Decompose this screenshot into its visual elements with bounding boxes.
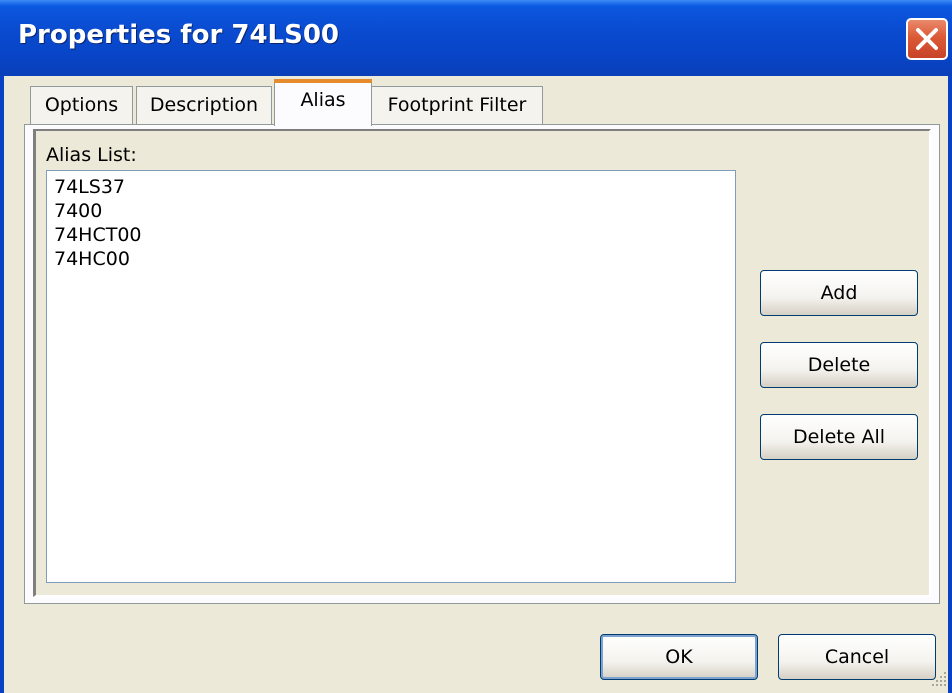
delete-all-button-label: Delete All: [792, 426, 886, 448]
ok-button-label: OK: [665, 646, 693, 668]
tab-options-label: Options: [44, 94, 119, 116]
list-item[interactable]: 74LS37: [54, 175, 125, 199]
add-button[interactable]: Add: [760, 270, 918, 316]
window-frame-right: [948, 76, 952, 693]
tab-description-label: Description: [149, 94, 259, 116]
close-button[interactable]: [906, 18, 948, 60]
alias-list-label: Alias List:: [46, 144, 137, 166]
list-item[interactable]: 74HCT00: [54, 223, 142, 247]
tab-footprint-filter-label: Footprint Filter: [387, 94, 527, 116]
window-title: Properties for 74LS00: [18, 20, 340, 50]
tab-options[interactable]: Options: [30, 86, 133, 125]
add-button-label: Add: [820, 282, 858, 304]
list-item[interactable]: 74HC00: [54, 247, 130, 271]
tab-description[interactable]: Description: [136, 86, 272, 125]
resize-grip-icon[interactable]: [930, 670, 948, 688]
delete-button-label: Delete: [807, 354, 871, 376]
alias-listbox[interactable]: 74LS37 7400 74HCT00 74HC00: [46, 170, 736, 583]
delete-button[interactable]: Delete: [760, 342, 918, 388]
ok-button[interactable]: OK: [600, 634, 758, 680]
close-x-icon: [916, 28, 938, 50]
tab-footprint-filter[interactable]: Footprint Filter: [371, 86, 543, 125]
cancel-button-label: Cancel: [824, 646, 890, 668]
window-frame-left: [0, 76, 4, 693]
properties-dialog: Properties for 74LS00 Options Descriptio…: [0, 0, 952, 693]
tab-alias-label: Alias: [300, 89, 346, 111]
delete-all-button[interactable]: Delete All: [760, 414, 918, 460]
title-bar[interactable]: Properties for 74LS00: [0, 0, 952, 76]
title-bar-highlight: [0, 0, 952, 6]
list-item[interactable]: 7400: [54, 199, 102, 223]
cancel-button[interactable]: Cancel: [778, 634, 936, 680]
tab-alias[interactable]: Alias: [274, 79, 372, 126]
